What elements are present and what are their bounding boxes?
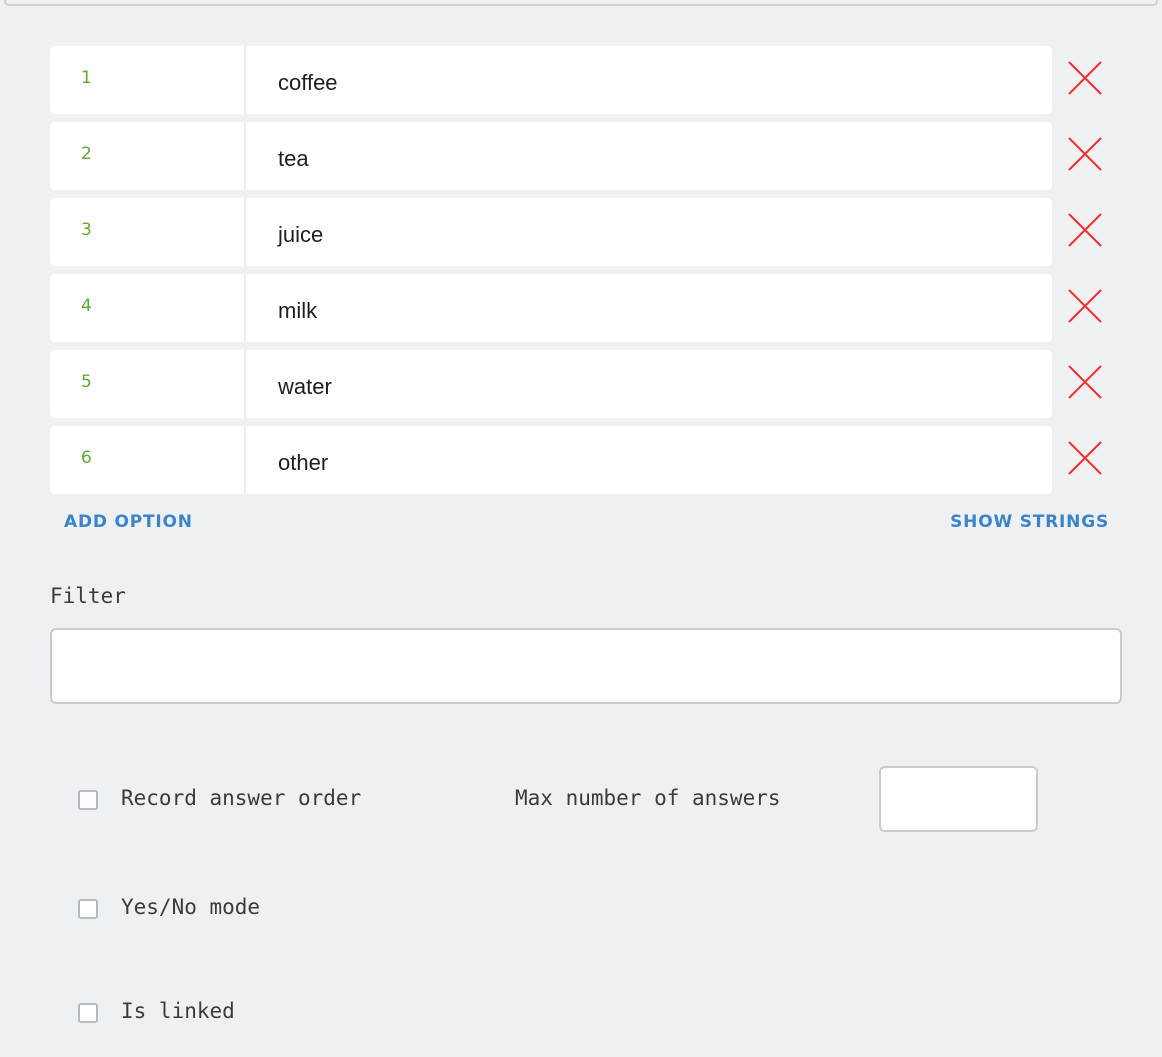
filter-label: Filter [50, 584, 126, 608]
is-linked-label: Is linked [121, 999, 235, 1023]
record-answer-order-checkbox[interactable] [78, 790, 98, 810]
add-option-link[interactable]: ADD OPTION [64, 512, 193, 532]
close-icon[interactable] [1065, 363, 1105, 403]
option-row: 6 other [50, 426, 1112, 494]
max-answers-input[interactable] [879, 766, 1038, 832]
option-title[interactable]: juice [278, 222, 323, 248]
close-icon[interactable] [1065, 287, 1105, 327]
is-linked-checkbox[interactable] [78, 1003, 98, 1023]
filter-input[interactable] [50, 628, 1122, 704]
option-value[interactable]: 6 [50, 426, 246, 494]
option-row: 5 water [50, 350, 1112, 418]
close-icon[interactable] [1065, 439, 1105, 479]
yes-no-mode-label: Yes/No mode [121, 895, 261, 919]
record-answer-order-label: Record answer order [121, 786, 362, 810]
option-actions: ADD OPTION SHOW STRINGS [64, 512, 1109, 536]
option-value[interactable]: 1 [50, 46, 246, 114]
option-box: 5 water [50, 350, 1052, 418]
option-box: 4 milk [50, 274, 1052, 342]
option-box: 3 juice [50, 198, 1052, 266]
option-value[interactable]: 2 [50, 122, 246, 190]
option-box: 2 tea [50, 122, 1052, 190]
option-box: 1 coffee [50, 46, 1052, 114]
option-title[interactable]: water [278, 374, 332, 400]
option-value[interactable]: 5 [50, 350, 246, 418]
close-icon[interactable] [1065, 135, 1105, 175]
option-title[interactable]: tea [278, 146, 309, 172]
option-row: 1 coffee [50, 46, 1112, 114]
option-row: 3 juice [50, 198, 1112, 266]
show-strings-link[interactable]: SHOW STRINGS [950, 512, 1109, 532]
option-box: 6 other [50, 426, 1052, 494]
option-value[interactable]: 3 [50, 198, 246, 266]
close-icon[interactable] [1065, 211, 1105, 251]
option-title[interactable]: milk [278, 298, 317, 324]
option-title[interactable]: coffee [278, 70, 338, 96]
option-title[interactable]: other [278, 450, 328, 476]
previous-panel-frame [4, 0, 1158, 6]
option-row: 2 tea [50, 122, 1112, 190]
option-row: 4 milk [50, 274, 1112, 342]
max-answers-label: Max number of answers [515, 786, 781, 810]
close-icon[interactable] [1065, 59, 1105, 99]
option-value[interactable]: 4 [50, 274, 246, 342]
yes-no-mode-checkbox[interactable] [78, 899, 98, 919]
